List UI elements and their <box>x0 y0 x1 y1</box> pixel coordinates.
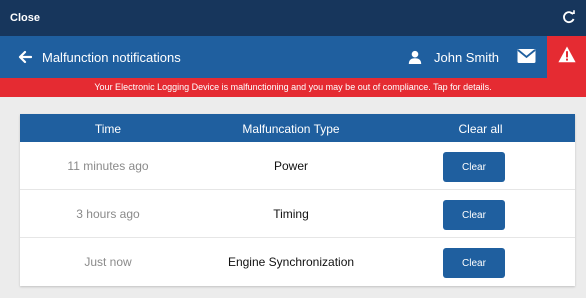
user-menu[interactable]: John Smith <box>408 46 499 68</box>
refresh-icon-graphic <box>563 10 575 23</box>
refresh-icon[interactable] <box>562 10 576 24</box>
table-row: 3 hours ago Timing Clear <box>20 190 575 238</box>
malfunction-banner[interactable]: Your Electronic Logging Device is malfun… <box>0 78 586 97</box>
back-button[interactable]: Malfunction notifications <box>18 46 181 68</box>
page-title: Malfunction notifications <box>42 49 181 65</box>
malfunction-table: Time Malfuncation Type Clear all 11 minu… <box>20 114 575 286</box>
header-time: Time <box>94 122 122 136</box>
user-icon <box>408 50 422 64</box>
clear-button[interactable]: Clear <box>443 152 505 182</box>
top-bar: Close <box>0 0 586 36</box>
clear-all-button[interactable]: Clear all <box>386 122 575 136</box>
close-button[interactable]: Close <box>10 12 40 24</box>
row-time: Just now <box>84 255 132 269</box>
row-type: Power <box>273 159 308 173</box>
malfunction-alert-button[interactable] <box>547 36 586 78</box>
row-type: Timing <box>273 207 309 221</box>
row-time: 3 hours ago <box>76 207 140 221</box>
warning-icon <box>557 46 576 68</box>
table-row: 11 minutes ago Power Clear <box>20 142 575 190</box>
header-type: Malfuncation Type <box>242 122 340 136</box>
table-row: Just now Engine Synchronization Clear <box>20 238 575 286</box>
user-name: John Smith <box>434 49 500 65</box>
table-header: Time Malfuncation Type Clear all <box>20 114 575 142</box>
app-header: Malfunction notifications John Smith <box>0 36 586 78</box>
row-type: Engine Synchronization <box>227 255 355 269</box>
mail-icon[interactable] <box>517 48 536 64</box>
row-time: 11 minutes ago <box>67 159 149 173</box>
clear-button[interactable]: Clear <box>443 248 505 278</box>
arrow-left-icon <box>18 50 32 64</box>
clear-button[interactable]: Clear <box>443 200 505 230</box>
